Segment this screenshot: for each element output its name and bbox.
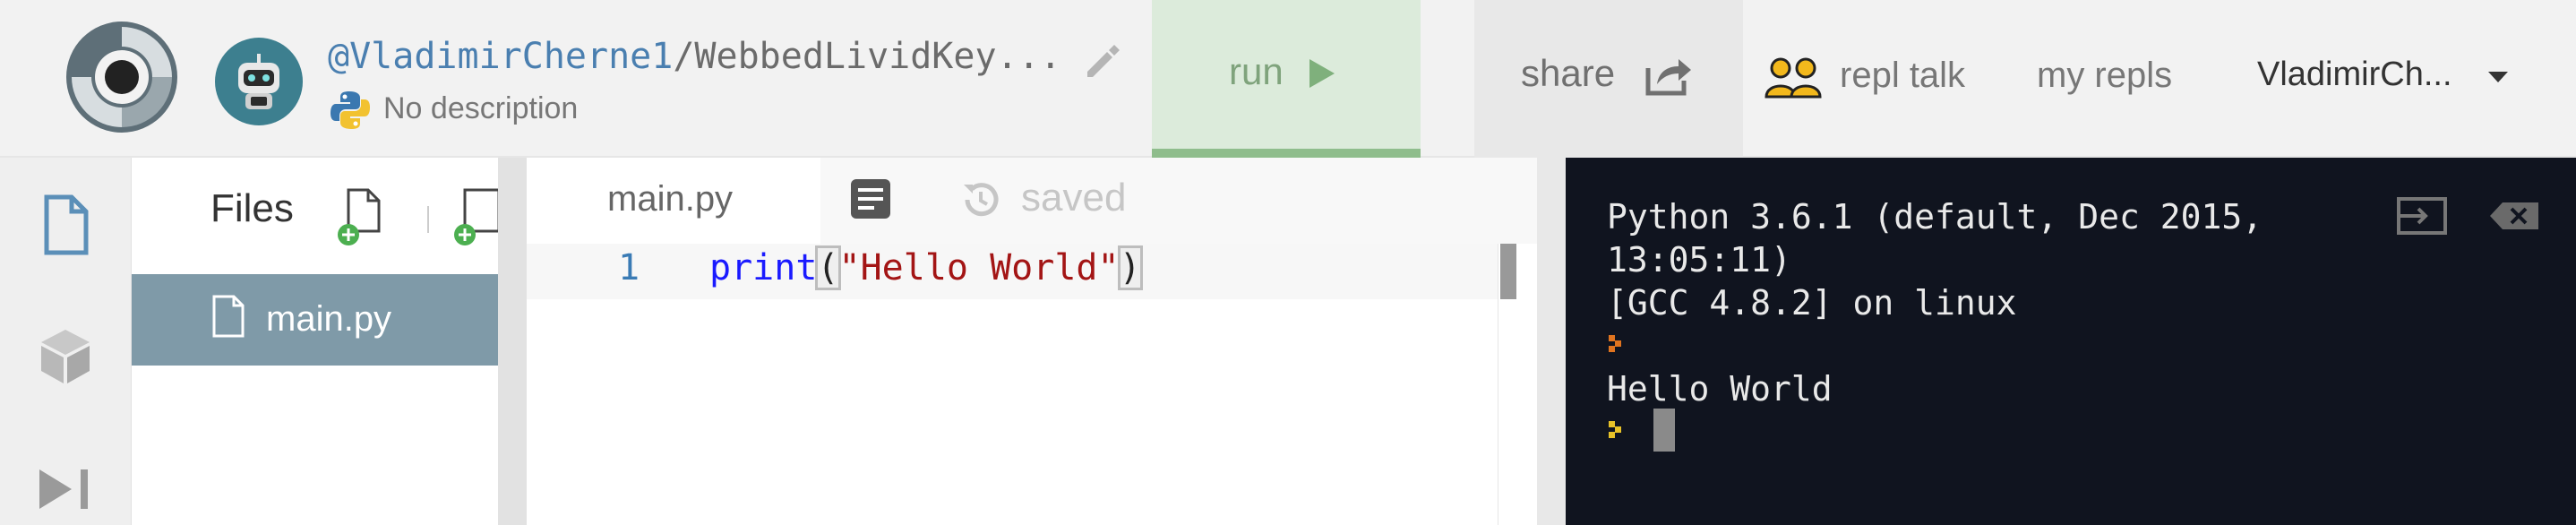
nav-repl-talk[interactable]: repl talk [1840,56,1965,96]
replit-logo-icon[interactable] [63,18,181,136]
top-header: @VladimirCherne1/WebbedLividKey... No de… [0,0,2576,158]
files-toolbar-separator [427,206,429,233]
new-file-icon[interactable] [338,185,388,247]
user-menu-label: VladimirCh... [2257,56,2452,93]
history-icon [964,183,999,217]
line-number: 1 [618,247,640,288]
repl-name[interactable]: WebbedLividKey... [694,36,1060,77]
user-menu[interactable]: VladimirCh... [2257,56,2508,94]
prompt-icon [1609,335,1621,352]
editor-scrollbar[interactable] [1498,244,1519,525]
sidebar-rail [0,158,131,525]
repl-title[interactable]: @VladimirCherne1/WebbedLividKey... [328,36,1062,77]
python-icon [331,91,370,129]
code-paren-close: ) [1117,245,1143,290]
code-line[interactable]: print("Hello World") [709,245,1143,290]
pencil-icon[interactable] [1080,39,1123,82]
repl-description[interactable]: No description [383,91,578,126]
new-folder-icon[interactable] [454,185,499,247]
code-paren-open: ( [815,245,841,290]
scrollbar-thumb[interactable] [1500,244,1516,299]
console-output: Python 3.6.1 (default, Dec 2015, 13:05:1… [1607,197,2263,409]
code-function: print [709,247,818,288]
code-editor: main.py saved 1 print("Hello World") [527,158,1537,525]
share-icon [1645,59,1691,96]
clear-console-icon[interactable] [2488,195,2542,237]
play-icon [1309,59,1335,88]
file-item-main-py[interactable]: main.py [132,274,499,366]
console-cursor [1653,409,1675,452]
repl-title-separator: / [673,36,695,77]
repl-owner[interactable]: @VladimirCherne1 [328,36,673,77]
console-resize-handle[interactable] [1537,158,1566,525]
console-panel[interactable]: Python 3.6.1 (default, Dec 2015, 13:05:1… [1566,158,2576,525]
nav-my-repls[interactable]: my repls [2037,56,2172,96]
run-button-label: run [1229,50,1284,92]
tab-main-py[interactable]: main.py [527,158,820,244]
debugger-icon[interactable] [34,457,97,520]
robot-avatar-icon [238,54,279,109]
share-button[interactable]: share [1474,0,1743,158]
panel-resize-handle[interactable] [498,158,527,525]
tab-label: main.py [607,179,734,219]
run-button[interactable]: run [1152,0,1421,158]
file-icon [212,295,245,338]
user-avatar[interactable] [215,38,303,125]
prompt-icon [1609,421,1621,438]
file-name: main.py [266,299,392,339]
packages-icon[interactable] [34,324,97,387]
save-status: saved [1021,176,1127,219]
files-icon[interactable] [34,194,97,256]
files-panel: Files main.py [131,158,499,525]
files-title: Files [210,186,294,230]
repl-talk-icon[interactable] [1763,56,1825,100]
editor-toolbar [820,158,1537,244]
share-button-label: share [1521,52,1616,94]
format-code-icon[interactable] [849,177,892,220]
expand-console-icon[interactable] [2395,195,2449,237]
code-string: "Hello World" [838,247,1120,288]
caret-down-icon [2488,72,2508,82]
